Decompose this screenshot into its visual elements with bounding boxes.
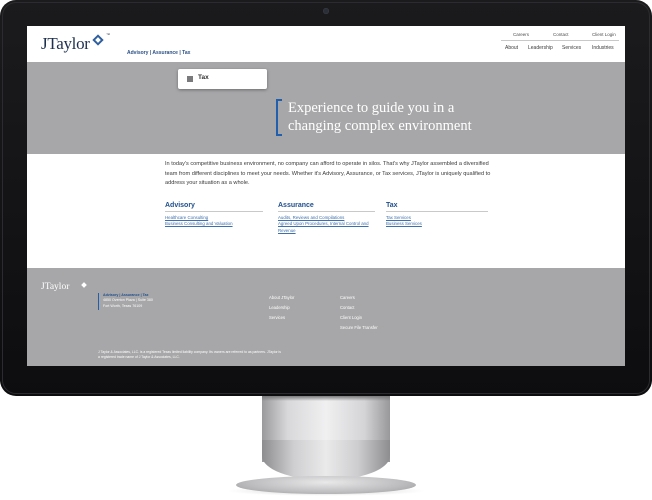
- hero-headline-line2: changing complex environment: [288, 118, 472, 134]
- nav-services[interactable]: Services: [562, 45, 581, 51]
- assurance-heading: Assurance: [278, 202, 314, 209]
- footer-city: Fort Worth, Texas 76109: [103, 303, 143, 308]
- footer-divider: [98, 293, 99, 310]
- website-screen: JTaylor ™ Advisory | Assurance | Tax Car…: [27, 26, 625, 366]
- cube-icon: [81, 282, 87, 288]
- tab-tax-label: Tax: [198, 74, 209, 81]
- site-logo[interactable]: JTaylor: [41, 34, 90, 54]
- cube-icon: [92, 34, 104, 46]
- monitor-stand-base: [262, 440, 390, 480]
- utility-nav-client-login[interactable]: Client Login: [592, 32, 616, 37]
- link-revenue[interactable]: Revenue: [278, 228, 375, 234]
- footer-link-about[interactable]: About JTaylor: [269, 293, 294, 303]
- advisory-column: Advisory Healthcare Consulting Business …: [165, 202, 263, 228]
- link-business-consulting[interactable]: Business Consulting and Valuation: [165, 221, 263, 227]
- footer-link-leadership[interactable]: Leadership: [269, 303, 294, 313]
- footer-link-secure-file-transfer[interactable]: Secure File Transfer: [340, 323, 378, 333]
- intro-paragraph: In today's competitive business environm…: [165, 161, 491, 187]
- nav-about[interactable]: About: [505, 45, 518, 51]
- site-header: JTaylor ™ Advisory | Assurance | Tax Car…: [27, 26, 625, 62]
- footer-links-col2: Careers Contact Client Login Secure File…: [340, 293, 378, 333]
- advisory-divider: [165, 211, 263, 212]
- hero-headline: Experience to guide you in a changing co…: [288, 99, 518, 135]
- monitor-stand-foot: [236, 476, 416, 494]
- utility-nav-divider: [501, 40, 619, 41]
- footer-links-col1: About JTaylor Leadership Services: [269, 293, 294, 323]
- trademark-symbol: ™: [106, 32, 110, 37]
- footer-legal-line2: a registered trade name of J Taylor & As…: [98, 355, 180, 359]
- footer-link-services[interactable]: Services: [269, 313, 294, 323]
- monitor-bezel: JTaylor ™ Advisory | Assurance | Tax Car…: [0, 0, 652, 396]
- advisory-heading: Advisory: [165, 202, 195, 209]
- site-footer: JTaylor Advisory | Assurance | Tax 4850 …: [27, 268, 625, 366]
- camera-icon: [323, 8, 329, 14]
- footer-legal: J Taylor & Associates, LLC. is a registe…: [98, 350, 308, 360]
- utility-nav-careers[interactable]: Careers: [513, 32, 529, 37]
- footer-address: Advisory | Assurance | Tax 4850 Overton …: [103, 293, 153, 309]
- bracket-decoration: [276, 99, 282, 136]
- nav-industries[interactable]: Industries: [592, 45, 614, 51]
- footer-link-client-login[interactable]: Client Login: [340, 313, 378, 323]
- square-icon: [187, 76, 193, 82]
- footer-link-contact[interactable]: Contact: [340, 303, 378, 313]
- hero-banner: Tax Experience to guide you in a changin…: [27, 62, 625, 154]
- tab-tax[interactable]: Tax: [178, 69, 267, 89]
- hero-headline-line1: Experience to guide you in a: [288, 100, 455, 116]
- footer-link-careers[interactable]: Careers: [340, 293, 378, 303]
- utility-nav-contact[interactable]: Contact: [553, 32, 569, 37]
- tax-column: Tax Tax Services Business Services: [386, 202, 488, 228]
- tax-heading: Tax: [386, 202, 398, 209]
- assurance-column: Assurance Audits, Reviews and Compilatio…: [278, 202, 375, 234]
- nav-leadership[interactable]: Leadership: [528, 45, 553, 51]
- assurance-divider: [278, 211, 375, 212]
- site-tagline: Advisory | Assurance | Tax: [127, 50, 191, 56]
- link-agreed-upon-procedures[interactable]: Agreed Upon Procedures, Internal Control…: [278, 221, 375, 227]
- tax-divider: [386, 211, 488, 212]
- footer-logo[interactable]: JTaylor: [41, 282, 69, 292]
- link-business-services[interactable]: Business Services: [386, 221, 488, 227]
